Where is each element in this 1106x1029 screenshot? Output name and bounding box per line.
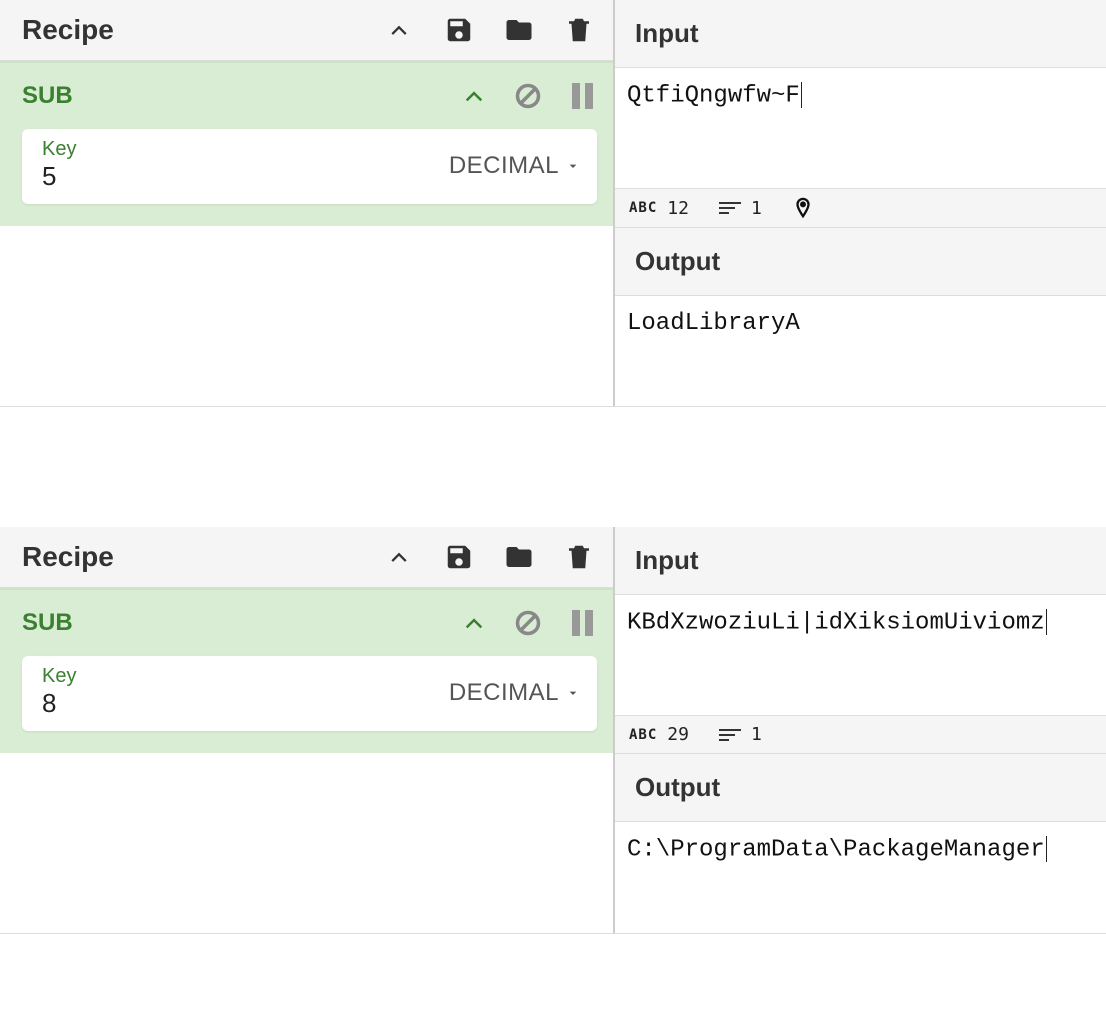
abc-icon: ABC bbox=[629, 200, 657, 216]
trash-icon[interactable] bbox=[563, 541, 595, 573]
operation-block: SUB Key 5 bbox=[0, 61, 613, 226]
line-count: 1 bbox=[751, 198, 762, 219]
pause-op-icon[interactable] bbox=[567, 608, 597, 638]
recipe-header: Recipe bbox=[0, 0, 613, 61]
cyberchef-instance: Recipe SUB bbox=[0, 0, 1106, 407]
operation-name: SUB bbox=[22, 609, 73, 637]
char-count-group: ABC 12 bbox=[629, 198, 689, 219]
save-icon[interactable] bbox=[443, 14, 475, 46]
input-statusbar: ABC 12 1 bbox=[615, 188, 1106, 228]
text-cursor bbox=[1046, 609, 1047, 635]
text-cursor bbox=[1046, 836, 1047, 862]
arg-value[interactable]: 8 bbox=[42, 688, 76, 719]
recipe-toolbar bbox=[383, 14, 595, 46]
collapse-op-icon[interactable] bbox=[459, 608, 489, 638]
recipe-title: Recipe bbox=[22, 14, 114, 46]
pause-op-icon[interactable] bbox=[567, 81, 597, 111]
output-area[interactable]: C:\ProgramData\PackageManager bbox=[615, 822, 1106, 882]
abc-icon: ABC bbox=[629, 727, 657, 743]
recipe-title: Recipe bbox=[22, 541, 114, 573]
location-pin-icon[interactable] bbox=[792, 197, 814, 219]
line-count-group: 1 bbox=[719, 724, 762, 745]
arg-type-label: DECIMAL bbox=[449, 152, 559, 180]
text-cursor bbox=[801, 82, 802, 108]
operation-name: SUB bbox=[22, 82, 73, 110]
arg-value[interactable]: 5 bbox=[42, 161, 76, 192]
output-text: LoadLibraryA bbox=[627, 310, 800, 337]
folder-icon[interactable] bbox=[503, 541, 535, 573]
input-header: Input bbox=[615, 527, 1106, 595]
dropdown-caret-icon bbox=[565, 158, 581, 174]
cyberchef-instance: Recipe SUB bbox=[0, 527, 1106, 934]
input-text: QtfiQngwfw~F bbox=[627, 82, 800, 109]
input-statusbar: ABC 29 1 bbox=[615, 715, 1106, 754]
arg-type-select[interactable]: DECIMAL bbox=[449, 679, 581, 707]
output-header: Output bbox=[615, 228, 1106, 296]
char-count: 29 bbox=[667, 724, 689, 745]
disable-op-icon[interactable] bbox=[513, 81, 543, 111]
recipe-header: Recipe bbox=[0, 527, 613, 588]
dropdown-caret-icon bbox=[565, 685, 581, 701]
line-count: 1 bbox=[751, 724, 762, 745]
collapse-recipe-icon[interactable] bbox=[383, 541, 415, 573]
arg-type-label: DECIMAL bbox=[449, 679, 559, 707]
lines-icon bbox=[719, 202, 741, 214]
input-header: Input bbox=[615, 0, 1106, 68]
recipe-toolbar bbox=[383, 541, 595, 573]
arg-label: Key bbox=[42, 666, 76, 686]
recipe-empty-area[interactable] bbox=[0, 226, 613, 406]
trash-icon[interactable] bbox=[563, 14, 595, 46]
argument-box: Key 8 DECIMAL bbox=[22, 656, 597, 731]
folder-icon[interactable] bbox=[503, 14, 535, 46]
output-area[interactable]: LoadLibraryA bbox=[615, 296, 1106, 356]
argument-box: Key 5 DECIMAL bbox=[22, 129, 597, 204]
collapse-op-icon[interactable] bbox=[459, 81, 489, 111]
output-text: C:\ProgramData\PackageManager bbox=[627, 836, 1045, 863]
io-panel: Input QtfiQngwfw~F ABC 12 1 Output LoadL… bbox=[615, 0, 1106, 406]
output-header: Output bbox=[615, 754, 1106, 822]
lines-icon bbox=[719, 729, 741, 741]
arg-label: Key bbox=[42, 139, 76, 159]
recipe-empty-area[interactable] bbox=[0, 753, 613, 933]
input-area[interactable]: KBdXzwoziuLi|idXiksiomUiviomz bbox=[615, 595, 1106, 715]
char-count-group: ABC 29 bbox=[629, 724, 689, 745]
operation-block: SUB Key 8 bbox=[0, 588, 613, 753]
io-panel: Input KBdXzwoziuLi|idXiksiomUiviomz ABC … bbox=[615, 527, 1106, 933]
input-text: KBdXzwoziuLi|idXiksiomUiviomz bbox=[627, 609, 1045, 636]
recipe-panel: Recipe SUB bbox=[0, 0, 615, 406]
arg-type-select[interactable]: DECIMAL bbox=[449, 152, 581, 180]
line-count-group: 1 bbox=[719, 198, 762, 219]
recipe-panel: Recipe SUB bbox=[0, 527, 615, 933]
collapse-recipe-icon[interactable] bbox=[383, 14, 415, 46]
input-area[interactable]: QtfiQngwfw~F bbox=[615, 68, 1106, 188]
disable-op-icon[interactable] bbox=[513, 608, 543, 638]
save-icon[interactable] bbox=[443, 541, 475, 573]
char-count: 12 bbox=[667, 198, 689, 219]
